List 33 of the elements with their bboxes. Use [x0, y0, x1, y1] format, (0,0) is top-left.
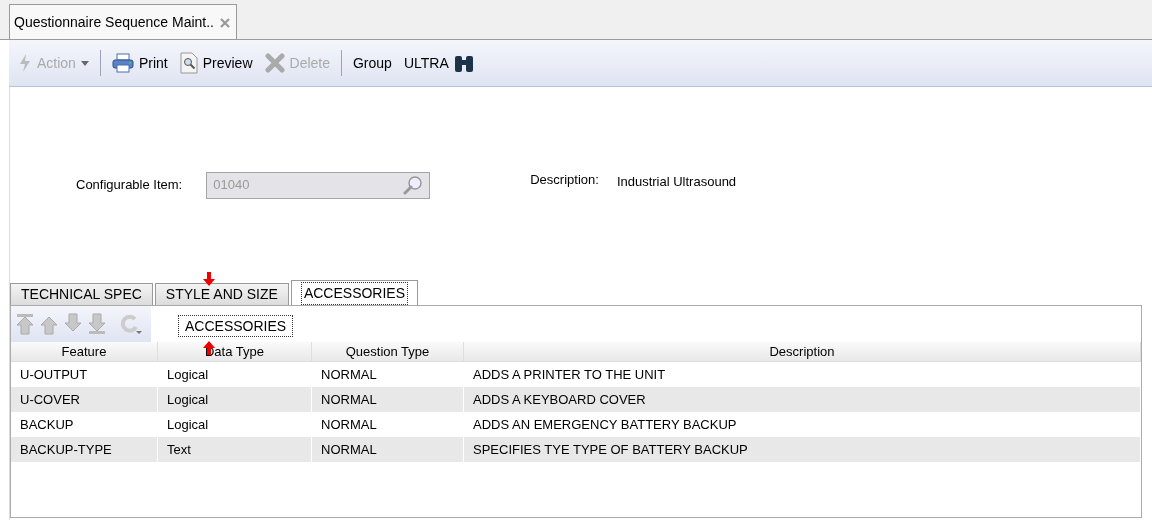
- field-label: Description:: [530, 171, 599, 190]
- search-icon: [403, 175, 424, 195]
- toolbar-button[interactable]: ULTRA: [400, 50, 477, 76]
- preview-icon: [179, 52, 198, 74]
- table-cell: SPECIFIES TYE TYPE OF BATTERY BACKUP: [464, 437, 1141, 462]
- item-field: 01040: [206, 171, 431, 199]
- printer-icon: [111, 53, 134, 73]
- table-cell: NORMAL: [312, 437, 464, 462]
- move-bottom-icon: [87, 313, 107, 335]
- column-header[interactable]: Feature: [11, 342, 158, 362]
- toolbar-button[interactable]: Print: [108, 50, 171, 76]
- lightning-icon: [18, 54, 32, 72]
- table-cell: Text: [158, 437, 312, 462]
- tab[interactable]: TECHNICAL SPEC: [10, 283, 153, 305]
- table-cell: ADDS A KEYBOARD COVER: [464, 387, 1141, 412]
- table-cell: NORMAL: [312, 387, 464, 412]
- caret-icon: [80, 60, 89, 66]
- drag-tab-ghost: ACCESSORIES: [178, 315, 294, 337]
- tab[interactable]: STYLE AND SIZE: [154, 283, 289, 305]
- table-cell: Logical: [158, 387, 312, 412]
- binoculars-icon: [453, 53, 474, 73]
- field-label: Configurable Item:: [76, 176, 183, 195]
- column-header[interactable]: Question Type: [312, 342, 464, 362]
- toolbar-button[interactable]: Preview: [176, 50, 256, 76]
- delete-icon: [264, 53, 285, 73]
- table-cell: BACKUP-TYPE: [11, 437, 158, 462]
- toolbar-button[interactable]: Group: [350, 50, 395, 76]
- document-tab[interactable]: Questionnaire Sequence Maint..: [9, 4, 237, 39]
- column-header[interactable]: Description: [464, 342, 1141, 362]
- field-value: Industrial Ultrasound: [616, 173, 737, 192]
- move-top-icon: [15, 313, 35, 335]
- table-cell: U-COVER: [11, 387, 158, 412]
- tab[interactable]: ACCESSORIES: [290, 280, 419, 305]
